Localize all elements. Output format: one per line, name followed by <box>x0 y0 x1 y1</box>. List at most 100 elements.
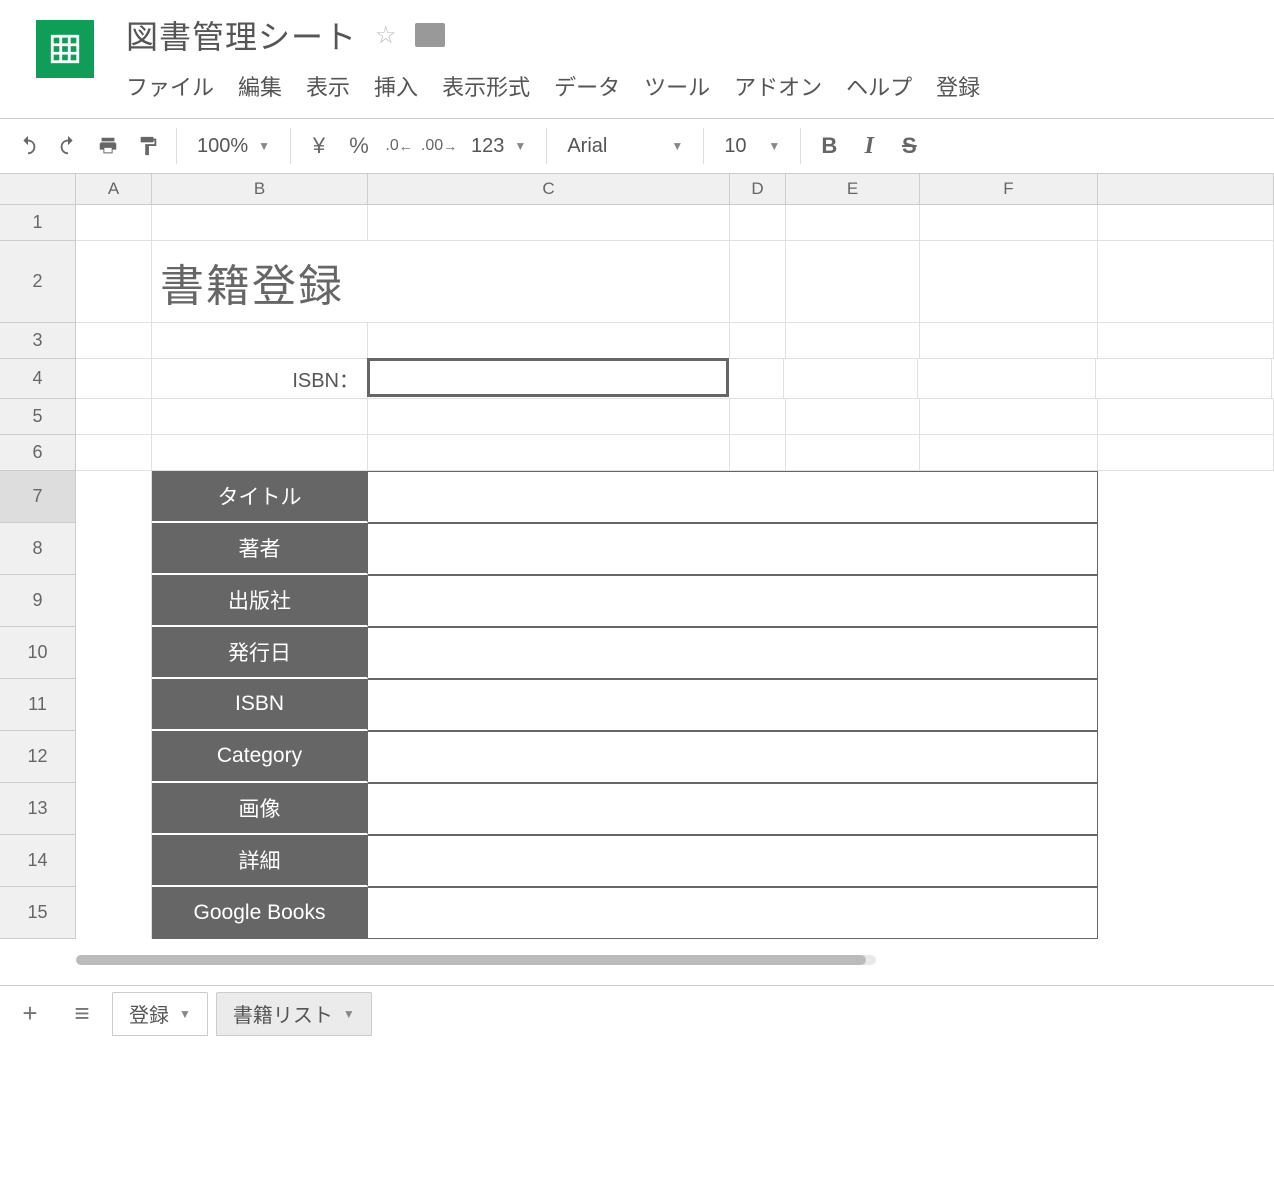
menu-file[interactable]: ファイル <box>126 70 214 102</box>
field-label-image[interactable]: 画像 <box>152 783 368 835</box>
col-header-C[interactable]: C <box>368 174 730 204</box>
col-header-E[interactable]: E <box>786 174 920 204</box>
field-value-author[interactable] <box>368 523 1098 575</box>
row-header-8[interactable]: 8 <box>0 523 75 575</box>
row-header-2[interactable]: 2 <box>0 241 75 323</box>
font-select[interactable]: Arial▼ <box>555 135 695 158</box>
menu-format[interactable]: 表示形式 <box>442 70 530 102</box>
sheet-tab-register[interactable]: 登録▼ <box>112 992 208 1036</box>
field-value-pubdate[interactable] <box>368 627 1098 679</box>
row-header-15[interactable]: 15 <box>0 887 75 939</box>
col-header-extra[interactable] <box>1098 174 1274 204</box>
cell[interactable] <box>730 399 786 434</box>
cell[interactable] <box>730 323 786 358</box>
field-value-publisher[interactable] <box>368 575 1098 627</box>
all-sheets-button[interactable]: ≡ <box>60 992 104 1036</box>
field-label-author[interactable]: 著者 <box>152 523 368 575</box>
field-label-title[interactable]: タイトル <box>152 471 368 523</box>
field-label-category[interactable]: Category <box>152 731 368 783</box>
cell[interactable] <box>76 679 152 731</box>
row-header-7[interactable]: 7 <box>0 471 75 523</box>
cell[interactable] <box>920 205 1098 240</box>
field-label-googlebooks[interactable]: Google Books <box>152 887 368 939</box>
cell[interactable] <box>784 359 918 398</box>
cell[interactable] <box>786 323 920 358</box>
col-header-D[interactable]: D <box>730 174 786 204</box>
increase-decimal-button[interactable]: .00→ <box>419 126 459 166</box>
cell[interactable] <box>1096 359 1272 398</box>
menu-view[interactable]: 表示 <box>306 70 350 102</box>
paint-format-button[interactable] <box>128 126 168 166</box>
cell[interactable] <box>786 205 920 240</box>
cell[interactable] <box>76 241 152 322</box>
field-value-image[interactable] <box>368 783 1098 835</box>
menu-edit[interactable]: 編集 <box>238 70 282 102</box>
menu-register[interactable]: 登録 <box>936 70 980 102</box>
cell[interactable] <box>76 627 152 679</box>
cell[interactable] <box>730 435 786 470</box>
row-header-3[interactable]: 3 <box>0 323 75 359</box>
col-header-B[interactable]: B <box>152 174 368 204</box>
cell[interactable] <box>786 399 920 434</box>
field-label-publisher[interactable]: 出版社 <box>152 575 368 627</box>
cell[interactable] <box>730 241 786 322</box>
menu-help[interactable]: ヘルプ <box>846 70 912 102</box>
cell[interactable] <box>76 523 152 575</box>
bold-button[interactable]: B <box>809 126 849 166</box>
field-label-detail[interactable]: 詳細 <box>152 835 368 887</box>
col-header-F[interactable]: F <box>920 174 1098 204</box>
row-header-6[interactable]: 6 <box>0 435 75 471</box>
row-header-10[interactable]: 10 <box>0 627 75 679</box>
row-header-14[interactable]: 14 <box>0 835 75 887</box>
cell[interactable] <box>368 205 730 240</box>
zoom-select[interactable]: 100%▼ <box>185 135 282 158</box>
folder-icon[interactable] <box>415 23 445 47</box>
isbn-input-cell[interactable] <box>367 358 729 397</box>
cell[interactable] <box>1098 435 1274 470</box>
strikethrough-button[interactable]: S <box>889 126 929 166</box>
cell[interactable] <box>76 399 152 434</box>
row-header-12[interactable]: 12 <box>0 731 75 783</box>
cell[interactable] <box>76 575 152 627</box>
cell[interactable] <box>76 435 152 470</box>
cell[interactable] <box>368 399 730 434</box>
cell[interactable] <box>920 323 1098 358</box>
select-all-corner[interactable] <box>0 174 76 204</box>
cell[interactable] <box>368 435 730 470</box>
isbn-label-cell[interactable]: ISBN： <box>152 359 368 398</box>
cell[interactable] <box>918 359 1096 398</box>
form-title-cell[interactable]: 書籍登録 <box>152 241 730 322</box>
cell[interactable] <box>76 835 152 887</box>
doc-title[interactable]: 図書管理シート <box>126 12 357 58</box>
cell[interactable] <box>786 435 920 470</box>
field-value-title[interactable] <box>368 471 1098 523</box>
field-value-category[interactable] <box>368 731 1098 783</box>
cell[interactable] <box>76 783 152 835</box>
field-label-isbn[interactable]: ISBN <box>152 679 368 731</box>
cell[interactable] <box>76 359 152 398</box>
cell[interactable] <box>1098 399 1274 434</box>
row-header-13[interactable]: 13 <box>0 783 75 835</box>
cell[interactable] <box>76 205 152 240</box>
percent-button[interactable]: % <box>339 126 379 166</box>
redo-button[interactable] <box>48 126 88 166</box>
print-button[interactable] <box>88 126 128 166</box>
cell[interactable] <box>920 241 1098 322</box>
cell[interactable] <box>1098 241 1274 322</box>
cell[interactable] <box>786 241 920 322</box>
cell[interactable] <box>920 435 1098 470</box>
menu-addons[interactable]: アドオン <box>734 70 822 102</box>
menu-insert[interactable]: 挿入 <box>374 70 418 102</box>
row-header-11[interactable]: 11 <box>0 679 75 731</box>
field-value-isbn[interactable] <box>368 679 1098 731</box>
cell[interactable] <box>152 205 368 240</box>
menu-data[interactable]: データ <box>554 70 620 102</box>
cell[interactable] <box>1098 323 1274 358</box>
row-header-1[interactable]: 1 <box>0 205 75 241</box>
add-sheet-button[interactable]: + <box>8 992 52 1036</box>
cell[interactable] <box>152 323 368 358</box>
sheet-tab-booklist[interactable]: 書籍リスト▼ <box>216 992 372 1036</box>
cell[interactable] <box>76 323 152 358</box>
row-header-4[interactable]: 4 <box>0 359 75 399</box>
cell[interactable] <box>368 323 730 358</box>
